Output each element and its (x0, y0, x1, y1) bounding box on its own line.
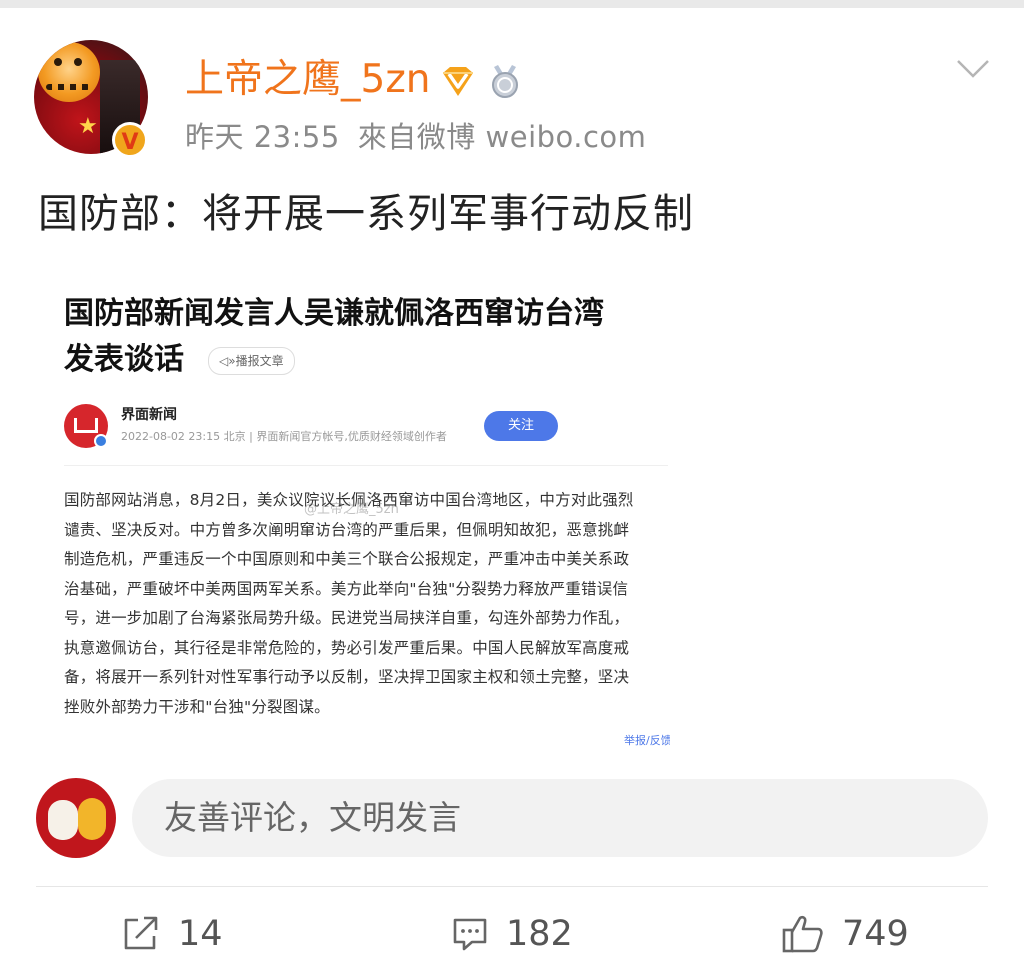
chevron-down-icon[interactable] (956, 58, 990, 80)
vip-badge-icon[interactable] (440, 63, 476, 99)
post-source[interactable]: 來自微博 weibo.com (358, 120, 647, 154)
article-body-line: 治基础，严重破坏中美两国两军关系。美方此举向"台独"分裂势力释放严重错误信 (64, 579, 629, 598)
article-body-line: 挫败外部势力干涉和"台独"分裂图谋。 (64, 697, 330, 716)
post-text: 国防部：将开展一系列军事行动反制 (38, 191, 694, 237)
image-watermark: @上帝之鹰_5zn (304, 502, 399, 517)
follow-button: 关注 (484, 411, 558, 441)
like-button[interactable]: 749 (782, 912, 909, 956)
article-divider (64, 465, 668, 466)
author-username[interactable]: 上帝之鹰_5zn (185, 57, 431, 103)
share-button[interactable]: 14 (122, 912, 223, 956)
article-title-line2: 发表谈话 (64, 342, 184, 377)
like-icon (782, 915, 823, 953)
share-count: 14 (178, 914, 223, 954)
article-body: 国防部网站消息，8月2日，美众议院议长佩洛西窜访中国台湾地区，中方对此强烈 谴责… (64, 486, 670, 722)
verified-v-icon: V (112, 122, 148, 158)
current-user-avatar[interactable] (36, 778, 116, 858)
post-meta: 昨天 23:55 來自微博 weibo.com (185, 117, 664, 157)
post-time: 昨天 23:55 (185, 120, 340, 154)
source-logo-icon (64, 404, 108, 448)
post-image[interactable]: 国防部新闻发言人吴谦就佩洛西窜访台湾 发表谈话 ◁»播报文章 界面新闻 2022… (38, 280, 670, 750)
ox-figure (48, 800, 78, 840)
comment-count: 182 (506, 914, 573, 954)
article-source-meta: 2022-08-02 23:15 北京 | 界面新闻官方帐号,优质财经领域创作者 (121, 430, 447, 443)
article-body-line: 备，将展开一系列针对性军事行动予以反制，坚决捍卫国家主权和领土完整，坚决 (64, 668, 630, 686)
article-body-line: 制造危机，严重违反一个中国原则和中美三个联合公报规定，严重冲击中美关系政 (64, 550, 630, 568)
listen-article-button: ◁»播报文章 (208, 347, 295, 375)
article-body-line: 谴责、坚决反对。中方曾多次阐明窜访台湾的严重后果，但佩明知故犯，恶意挑衅 (64, 520, 630, 539)
report-link: 举报/反馈 (624, 734, 670, 747)
comment-button[interactable]: 182 (452, 912, 573, 956)
tiger-stripes (46, 84, 90, 90)
medal-badge-icon[interactable] (488, 63, 522, 99)
like-count: 749 (842, 914, 909, 954)
comment-icon (453, 918, 487, 951)
status-strip (0, 0, 1024, 8)
article-source-name: 界面新闻 (121, 407, 177, 423)
share-icon (124, 916, 158, 950)
tiger-figure (78, 798, 106, 840)
article-body-line: 号，进一步加剧了台海紧张局势升级。民进党当局挟洋自重，勾连外部势力作乱， (64, 609, 630, 627)
comment-input[interactable]: 友善评论，文明发言 (132, 779, 988, 857)
star-icon: ★ (78, 114, 98, 139)
article-title: 国防部新闻发言人吴谦就佩洛西窜访台湾 (64, 296, 604, 331)
article-body-line: 执意邀佩访台，其行径是非常危险的，势必引发严重后果。中国人民解放军高度戒 (64, 638, 630, 657)
actions-divider (36, 886, 988, 887)
tiger-icon (38, 42, 100, 102)
